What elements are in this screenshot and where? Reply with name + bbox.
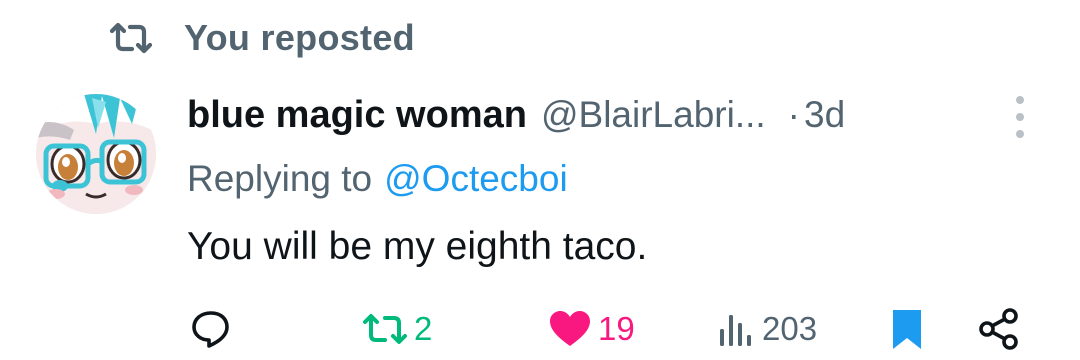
timestamp[interactable]: 3d — [804, 94, 845, 136]
avatar[interactable] — [36, 94, 156, 214]
tweet-text: You will be my eighth taco. — [187, 225, 648, 268]
reply-icon — [190, 308, 232, 350]
repost-icon — [362, 312, 408, 346]
repost-label: You reposted — [184, 17, 415, 58]
bookmark-button[interactable] — [890, 306, 924, 352]
share-icon — [976, 307, 1022, 351]
repost-count: 2 — [414, 310, 433, 347]
display-name[interactable]: blue magic woman — [187, 94, 527, 137]
replying-to-mention[interactable]: @Octecboi — [384, 158, 568, 200]
repost-icon — [108, 22, 154, 54]
more-options-icon[interactable] — [1008, 96, 1032, 138]
tweet-header: blue magic woman @BlairLabri... · 3d — [187, 90, 845, 140]
replying-to: Replying to @Octecboi — [187, 154, 568, 204]
user-handle[interactable]: @BlairLabri... — [541, 94, 766, 136]
replying-prefix: Replying to — [187, 158, 373, 199]
more-dot — [1016, 113, 1024, 121]
views-icon — [716, 309, 756, 349]
share-button[interactable] — [976, 306, 1022, 352]
views-count: 203 — [762, 310, 818, 347]
repost-button[interactable]: 2 — [362, 306, 432, 352]
separator-dot: · — [787, 94, 800, 135]
action-bar: 2 19 203 — [0, 306, 1080, 352]
views-button[interactable]: 203 — [716, 306, 817, 352]
like-button[interactable]: 19 — [548, 306, 635, 352]
more-dot — [1016, 96, 1024, 104]
like-count: 19 — [598, 310, 635, 347]
heart-icon — [548, 309, 592, 349]
more-dot — [1016, 130, 1024, 138]
reply-button[interactable] — [190, 306, 238, 352]
bookmark-icon — [890, 307, 924, 351]
repost-header: You reposted — [108, 14, 415, 62]
